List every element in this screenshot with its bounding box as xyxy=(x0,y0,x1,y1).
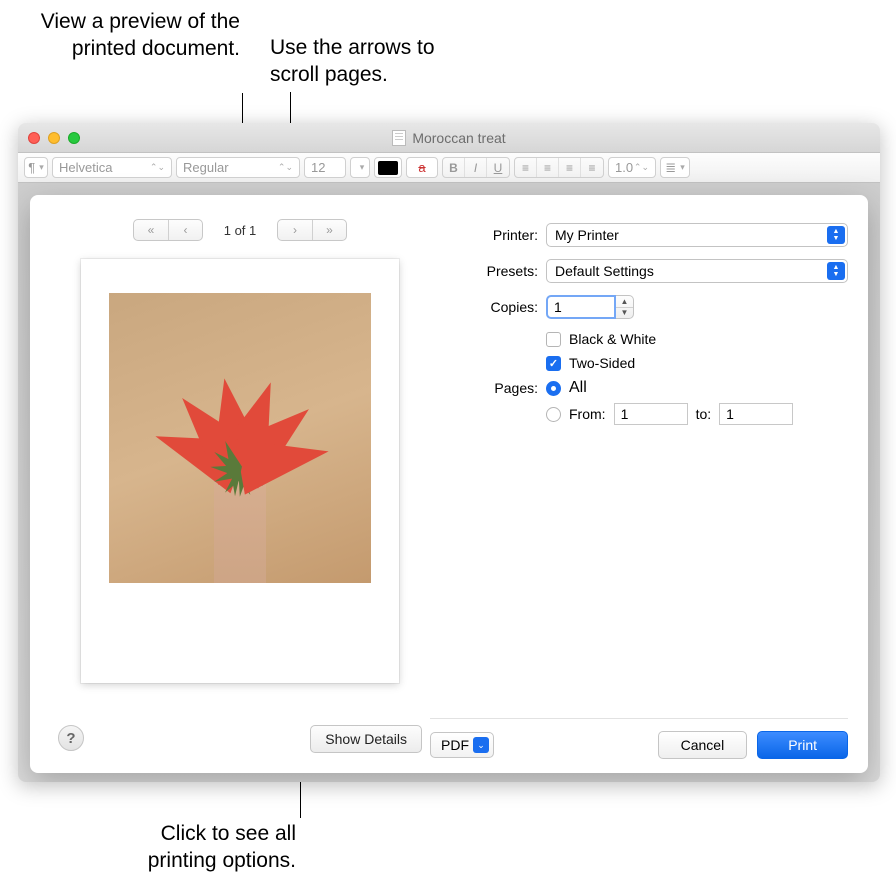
copies-stepper: ▲ ▼ xyxy=(546,295,634,319)
pages-from-radio[interactable] xyxy=(546,407,561,422)
presets-popup[interactable]: Default Settings ▲▼ xyxy=(546,259,848,283)
pdf-menu-button[interactable]: PDF ⌄ xyxy=(430,732,494,758)
black-white-label: Black & White xyxy=(569,331,656,347)
pages-row: Pages: All xyxy=(460,379,848,397)
document-icon xyxy=(392,130,406,146)
window-titlebar: Moroccan treat xyxy=(18,123,880,153)
callout-preview: View a preview of the printed document. xyxy=(30,8,240,63)
pdf-label: PDF xyxy=(441,737,469,753)
cancel-button[interactable]: Cancel xyxy=(658,731,748,759)
pager-prev-button[interactable]: ‹ xyxy=(168,220,202,240)
font-style-select[interactable]: Regular⌃⌄ xyxy=(176,157,300,178)
copies-label: Copies: xyxy=(460,299,538,315)
italic-button[interactable]: I xyxy=(465,158,487,177)
align-center-button[interactable]: ≡ xyxy=(537,158,559,177)
print-dialog-window: Moroccan treat ¶▾ Helvetica⌃⌄ Regular⌃⌄ … xyxy=(18,123,880,782)
black-white-row: Black & White xyxy=(546,331,848,347)
two-sided-label: Two-Sided xyxy=(569,355,635,371)
preview-image-melon xyxy=(130,357,350,477)
window-title-text: Moroccan treat xyxy=(412,130,505,146)
print-sheet: « ‹ 1 of 1 › » xyxy=(30,195,868,773)
font-size-field[interactable]: 12 xyxy=(304,157,346,178)
align-justify-button[interactable]: ≡ xyxy=(581,158,603,177)
presets-value: Default Settings xyxy=(555,263,654,279)
pages-from-input[interactable] xyxy=(614,403,688,425)
printer-label: Printer: xyxy=(460,227,538,243)
pages-all-label: All xyxy=(569,379,587,397)
pages-to-label: to: xyxy=(696,406,712,422)
help-button[interactable]: ? xyxy=(58,725,84,751)
callout-details: Click to see all printing options. xyxy=(96,820,296,875)
text-style-group: B I U xyxy=(442,157,510,178)
pager-last-button[interactable]: » xyxy=(312,220,346,240)
printer-value: My Printer xyxy=(555,227,619,243)
font-family-select[interactable]: Helvetica⌃⌄ xyxy=(52,157,172,178)
print-button[interactable]: Print xyxy=(757,731,848,759)
font-size-value: 12 xyxy=(311,160,325,175)
alignment-group: ≡ ≡ ≡ ≡ xyxy=(514,157,604,178)
pager-next-button[interactable]: › xyxy=(278,220,312,240)
copies-step-up[interactable]: ▲ xyxy=(616,296,633,308)
pages-to-input[interactable] xyxy=(719,403,793,425)
chevron-down-icon: ⌄ xyxy=(473,737,489,753)
two-sided-checkbox[interactable] xyxy=(546,356,561,371)
copies-step-down[interactable]: ▼ xyxy=(616,308,633,319)
bold-button[interactable]: B xyxy=(443,158,465,177)
pages-all-radio[interactable] xyxy=(546,381,561,396)
pager: « ‹ 1 of 1 › » xyxy=(50,219,430,241)
text-color-swatch[interactable] xyxy=(374,157,402,178)
popup-arrows-icon: ▲▼ xyxy=(827,226,845,244)
pages-label: Pages: xyxy=(460,380,538,396)
presets-row: Presets: Default Settings ▲▼ xyxy=(460,259,848,283)
pager-back-group: « ‹ xyxy=(133,219,203,241)
pager-first-button[interactable]: « xyxy=(134,220,168,240)
preview-image xyxy=(109,293,371,583)
black-white-checkbox[interactable] xyxy=(546,332,561,347)
sheet-button-bar: PDF ⌄ Cancel Print xyxy=(430,718,848,759)
window-title: Moroccan treat xyxy=(18,130,880,146)
paragraph-menu[interactable]: ¶▾ xyxy=(24,157,48,178)
show-details-button[interactable]: Show Details xyxy=(310,725,422,753)
two-sided-row: Two-Sided xyxy=(546,355,848,371)
printer-popup[interactable]: My Printer ▲▼ xyxy=(546,223,848,247)
pages-range-row: From: to: xyxy=(546,403,848,425)
align-right-button[interactable]: ≡ xyxy=(559,158,581,177)
line-spacing-select[interactable]: 1.0⌃⌄ xyxy=(608,157,656,178)
font-style-value: Regular xyxy=(183,160,229,175)
line-spacing-value: 1.0 xyxy=(615,160,633,175)
align-left-button[interactable]: ≡ xyxy=(515,158,537,177)
copies-input[interactable] xyxy=(546,295,616,319)
underline-button[interactable]: U xyxy=(487,158,509,177)
print-preview-page xyxy=(81,259,399,683)
popup-arrows-icon: ▲▼ xyxy=(827,262,845,280)
strikethrough-button[interactable]: a xyxy=(406,157,438,178)
font-family-value: Helvetica xyxy=(59,160,112,175)
preview-column: « ‹ 1 of 1 › » xyxy=(50,215,430,759)
pages-from-label: From: xyxy=(569,406,606,422)
callout-arrows: Use the arrows to scroll pages. xyxy=(270,34,460,89)
copies-stepper-buttons: ▲ ▼ xyxy=(616,295,634,319)
options-column: Printer: My Printer ▲▼ Presets: Default … xyxy=(430,215,848,759)
copies-row: Copies: ▲ ▼ xyxy=(460,295,848,319)
presets-label: Presets: xyxy=(460,263,538,279)
format-toolbar: ¶▾ Helvetica⌃⌄ Regular⌃⌄ 12 ▾ a B I U ≡ … xyxy=(18,153,880,183)
list-style-button[interactable]: ≣▾ xyxy=(660,157,690,178)
pager-label: 1 of 1 xyxy=(217,223,263,238)
pager-forward-group: › » xyxy=(277,219,347,241)
font-size-stepper[interactable]: ▾ xyxy=(350,157,370,178)
printer-row: Printer: My Printer ▲▼ xyxy=(460,223,848,247)
